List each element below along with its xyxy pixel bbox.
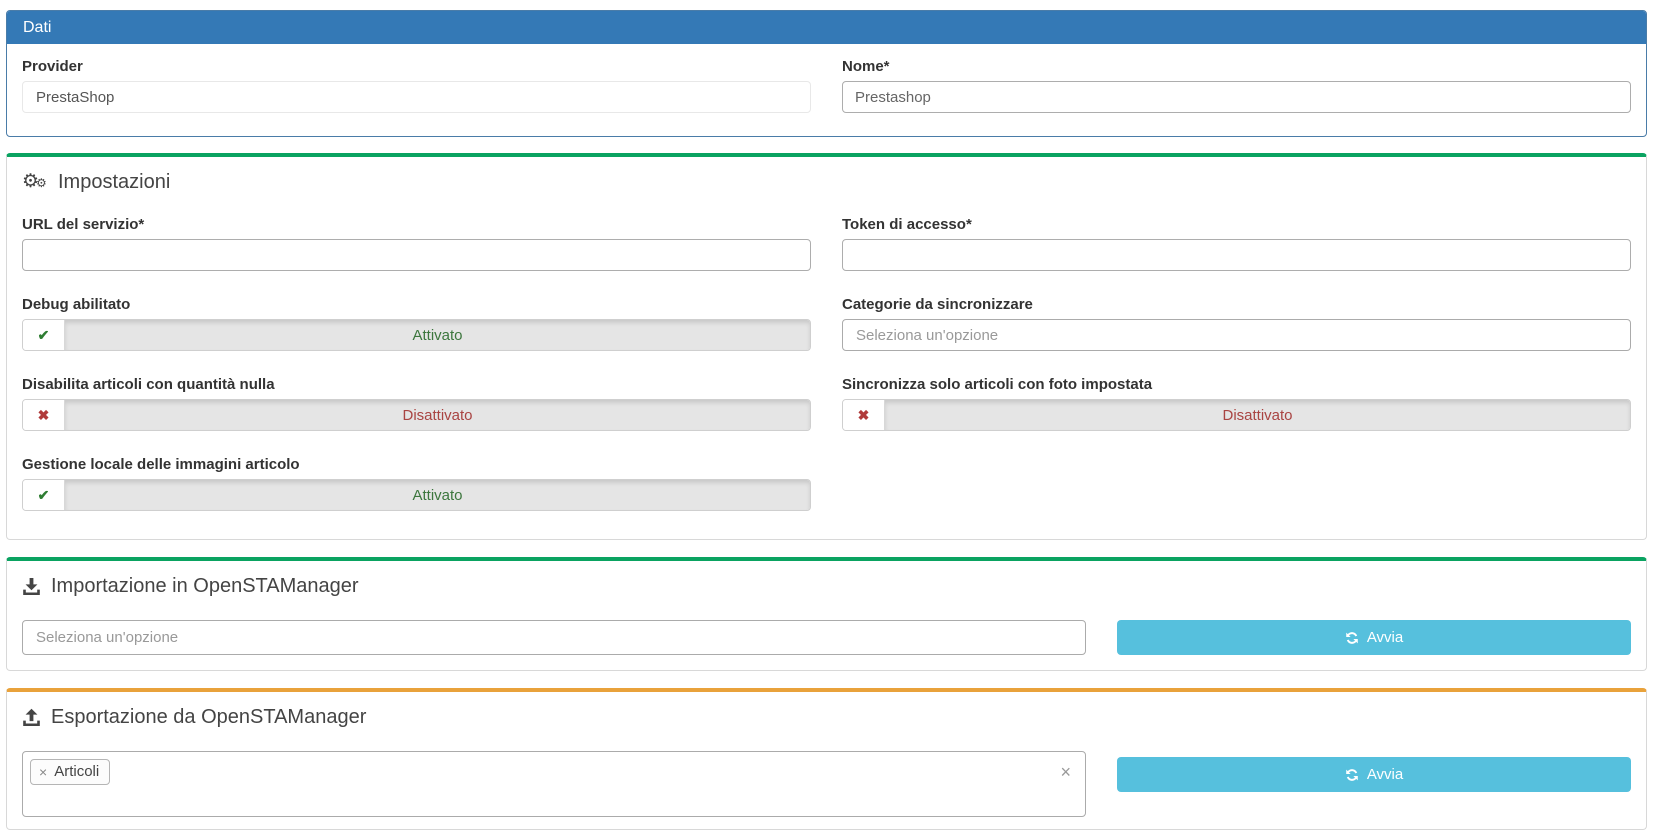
- check-icon: ✔: [23, 320, 65, 350]
- provider-value-box: PrestaShop: [22, 81, 811, 113]
- debug-field-group: Debug abilitato ✔ Attivato: [22, 296, 811, 351]
- importazione-select-placeholder: Seleziona un'opzione: [36, 629, 178, 646]
- panel-impostazioni: ⚙ ⚙ Impostazioni URL del servizio* Token…: [6, 153, 1647, 540]
- panel-dati-title: Dati: [23, 19, 51, 36]
- importazione-avvia-label: Avvia: [1367, 629, 1403, 646]
- debug-toggle-state: Attivato: [65, 320, 810, 350]
- nome-field-group: Nome*: [842, 58, 1631, 113]
- download-icon: [22, 577, 41, 596]
- categorie-label: Categorie da sincronizzare: [842, 296, 1631, 313]
- esportazione-title-row: Esportazione da OpenSTAManager: [22, 706, 1631, 729]
- importazione-avvia-button[interactable]: Avvia: [1117, 620, 1631, 655]
- gestione-immagini-toggle-state: Attivato: [65, 480, 810, 510]
- disabilita-field-group: Disabilita articoli con quantità nulla ✖…: [22, 376, 811, 431]
- upload-icon: [22, 708, 41, 727]
- sync-icon: [1345, 768, 1359, 782]
- token-label: Token di accesso*: [842, 216, 1631, 233]
- cross-icon: ✖: [23, 400, 65, 430]
- sincronizza-foto-label: Sincronizza solo articoli con foto impos…: [842, 376, 1631, 393]
- importazione-title-row: Importazione in OpenSTAManager: [22, 575, 1631, 598]
- importazione-select[interactable]: Seleziona un'opzione: [22, 620, 1086, 655]
- page: Dati Provider PrestaShop Nome* ⚙ ⚙: [0, 0, 1653, 830]
- esportazione-title: Esportazione da OpenSTAManager: [51, 706, 366, 729]
- panel-esportazione: Esportazione da OpenSTAManager × Articol…: [6, 688, 1647, 830]
- esportazione-multiselect[interactable]: × Articoli ×: [22, 751, 1086, 817]
- clear-selection-icon[interactable]: ×: [1061, 763, 1072, 781]
- token-field-group: Token di accesso*: [842, 216, 1631, 271]
- check-icon: ✔: [23, 480, 65, 510]
- url-input[interactable]: [22, 239, 811, 271]
- sincronizza-foto-field-group: Sincronizza solo articoli con foto impos…: [842, 376, 1631, 431]
- gears-icon: ⚙ ⚙: [22, 172, 48, 194]
- gestione-immagini-field-group: Gestione locale delle immagini articolo …: [22, 456, 811, 511]
- esportazione-avvia-button[interactable]: Avvia: [1117, 757, 1631, 792]
- gestione-immagini-label: Gestione locale delle immagini articolo: [22, 456, 811, 473]
- categorie-select[interactable]: Seleziona un'opzione: [842, 319, 1631, 351]
- cross-icon: ✖: [843, 400, 885, 430]
- provider-label: Provider: [22, 58, 811, 75]
- nome-label: Nome*: [842, 58, 1631, 75]
- panel-dati-body: Provider PrestaShop Nome*: [7, 44, 1646, 136]
- debug-label: Debug abilitato: [22, 296, 811, 313]
- disabilita-toggle-state: Disattivato: [65, 400, 810, 430]
- gestione-immagini-toggle[interactable]: ✔ Attivato: [22, 479, 811, 511]
- sync-icon: [1345, 631, 1359, 645]
- importazione-title: Importazione in OpenSTAManager: [51, 575, 359, 598]
- remove-tag-icon[interactable]: ×: [39, 764, 47, 780]
- impostazioni-title-row: ⚙ ⚙ Impostazioni: [22, 171, 1631, 194]
- selected-tag-articoli: × Articoli: [30, 759, 110, 785]
- tag-label: Articoli: [54, 763, 99, 780]
- esportazione-avvia-label: Avvia: [1367, 766, 1403, 783]
- nome-input[interactable]: [842, 81, 1631, 113]
- sincronizza-foto-toggle-state: Disattivato: [885, 400, 1630, 430]
- disabilita-toggle[interactable]: ✖ Disattivato: [22, 399, 811, 431]
- categorie-field-group: Categorie da sincronizzare Seleziona un'…: [842, 296, 1631, 351]
- panel-dati-header: Dati: [7, 11, 1646, 44]
- token-input[interactable]: [842, 239, 1631, 271]
- debug-toggle[interactable]: ✔ Attivato: [22, 319, 811, 351]
- disabilita-label: Disabilita articoli con quantità nulla: [22, 376, 811, 393]
- panel-importazione: Importazione in OpenSTAManager Seleziona…: [6, 557, 1647, 671]
- url-field-group: URL del servizio*: [22, 216, 811, 271]
- provider-field-group: Provider PrestaShop: [22, 58, 811, 113]
- panel-dati: Dati Provider PrestaShop Nome*: [6, 10, 1647, 137]
- sincronizza-foto-toggle[interactable]: ✖ Disattivato: [842, 399, 1631, 431]
- categorie-select-placeholder: Seleziona un'opzione: [856, 327, 998, 344]
- impostazioni-title: Impostazioni: [58, 171, 170, 194]
- url-label: URL del servizio*: [22, 216, 811, 233]
